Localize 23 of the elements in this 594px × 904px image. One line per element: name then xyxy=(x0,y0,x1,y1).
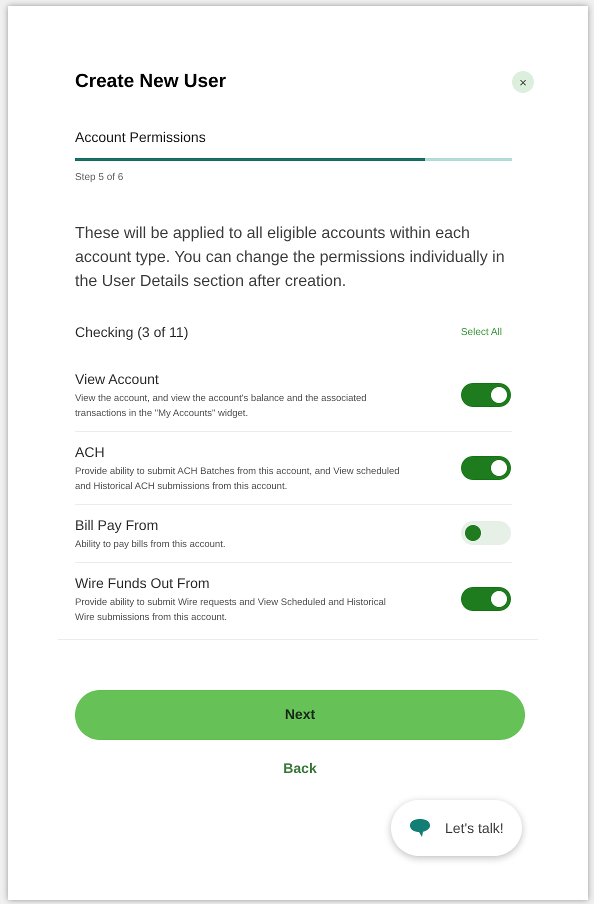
permission-name: View Account xyxy=(75,370,160,388)
permission-name: Bill Pay From xyxy=(75,516,160,534)
permission-name: ACH xyxy=(75,442,106,462)
step-title: Account Permissions xyxy=(75,128,207,146)
toggle-switch[interactable] xyxy=(461,521,511,545)
permission-description: Ability to pay bills from this account. xyxy=(75,538,226,552)
permission-description: Provide ability to submit Wire requests and View Scheduled and Historical Wire submissions from this account. xyxy=(75,596,387,624)
back-link[interactable]: Back xyxy=(283,758,317,778)
chat-button[interactable]: Let's talk! xyxy=(391,800,522,856)
permission-description: View the account, and view the account's balance and the associated transactions in the "My Accounts" widget. xyxy=(75,392,368,420)
dialog-title: Create New User xyxy=(75,70,226,94)
next-button[interactable]: Next xyxy=(75,690,525,740)
permission-description: Provide ability to submit ACH Batches from this account, and View scheduled and Historical ACH submissions from this account. xyxy=(75,464,401,494)
speech-bubble-icon xyxy=(409,818,431,838)
toggle-switch[interactable] xyxy=(461,382,511,406)
toggle-switch[interactable] xyxy=(461,456,511,480)
intro-text: These will be applied to all eligible accounts within each account type. You can change the permissions individually in the User Details section after creation. xyxy=(75,224,506,292)
close-button[interactable]: × xyxy=(512,71,534,94)
step-label: Step 5 of 6 xyxy=(75,170,124,184)
section-title: Checking (3 of 11) xyxy=(75,322,188,342)
permission-name: Wire Funds Out From xyxy=(75,574,211,592)
toggle-switch[interactable] xyxy=(461,586,511,610)
select-all-link[interactable]: Select All xyxy=(460,324,502,340)
